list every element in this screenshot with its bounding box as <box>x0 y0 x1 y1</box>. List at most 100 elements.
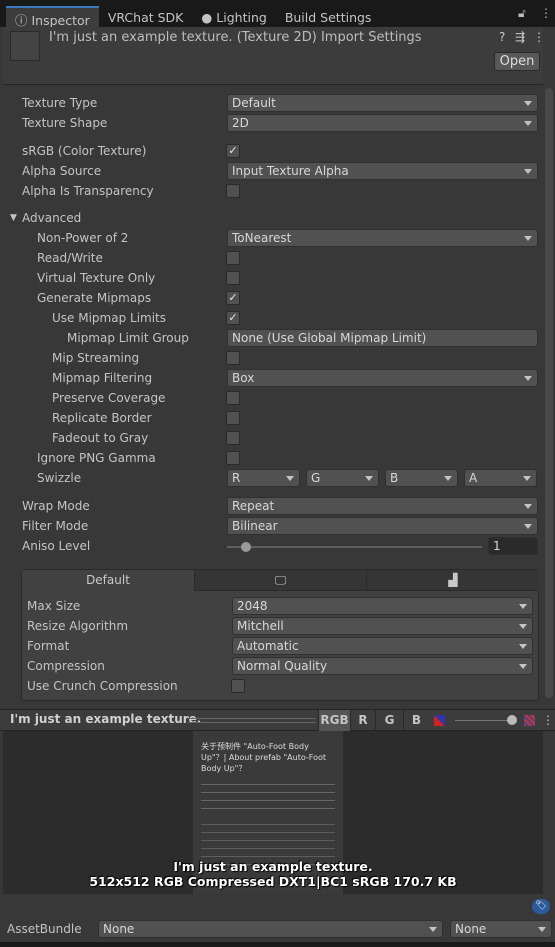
field-label: Mipmap Limit Group <box>67 331 189 345</box>
use-crunch-compression-checkbox[interactable] <box>231 679 245 693</box>
read-write-checkbox[interactable] <box>226 251 240 265</box>
assetbundle-name-dropdown[interactable]: None <box>98 920 443 938</box>
srgb-color-texture-checkbox[interactable]: ✓ <box>226 144 240 158</box>
mip-slider[interactable] <box>455 720 513 721</box>
dropdown-value: R <box>232 471 241 485</box>
texture-shape-dropdown[interactable]: 2D <box>227 114 538 132</box>
field-label: Replicate Border <box>52 411 152 425</box>
assetbundle-label: AssetBundle <box>7 922 82 936</box>
tab-label: VRChat SDK <box>107 10 184 25</box>
channel-b[interactable]: B <box>403 710 429 731</box>
tab-bar: ⓘ Inspector VRChat SDK ● Lighting Build … <box>0 0 555 28</box>
max-size-dropdown[interactable]: 2048 <box>232 597 533 615</box>
drag-handle[interactable] <box>188 718 316 723</box>
preserve-coverage-checkbox[interactable] <box>226 391 240 405</box>
field-label: Aniso Level <box>22 539 91 553</box>
more-menu-icon[interactable]: ⋮ <box>540 6 552 20</box>
chevron-down-icon <box>538 927 546 932</box>
open-button[interactable]: Open <box>494 52 540 71</box>
alpha-source-dropdown[interactable]: Input Texture Alpha <box>227 162 538 180</box>
dropdown-value: B <box>390 471 399 485</box>
swizzle-b-dropdown[interactable]: B <box>385 469 458 487</box>
alpha-is-transparency-checkbox[interactable] <box>226 184 240 198</box>
chevron-down-icon <box>524 101 532 106</box>
chevron-down-icon <box>524 376 532 381</box>
replicate-border-checkbox[interactable] <box>226 411 240 425</box>
mip-slider-handle[interactable] <box>507 715 517 725</box>
more-icon[interactable]: ⋮ <box>542 713 554 727</box>
use-mipmap-limits-checkbox[interactable]: ✓ <box>226 311 240 325</box>
foldout-arrow-icon[interactable]: ▼ <box>10 209 17 227</box>
non-power-of-2-dropdown[interactable]: ToNearest <box>227 229 538 247</box>
compression-dropdown[interactable]: Normal Quality <box>232 657 533 675</box>
image-text-lines <box>201 780 335 810</box>
chevron-down-icon <box>524 169 532 174</box>
resize-algorithm-dropdown[interactable]: Mitchell <box>232 617 533 635</box>
chevron-down-icon <box>429 927 437 932</box>
help-icon[interactable]: ? <box>499 30 505 44</box>
channel-rgb[interactable]: RGB <box>318 710 350 731</box>
field-label: Texture Shape <box>22 116 108 130</box>
mip-streaming-checkbox[interactable] <box>226 351 240 365</box>
chevron-down-icon <box>524 121 532 126</box>
platform-tab-default[interactable]: Default <box>22 570 195 591</box>
swizzle-r-dropdown[interactable]: R <box>227 469 300 487</box>
tab-lighting[interactable]: ● Lighting <box>192 6 275 27</box>
lightbulb-icon: ● <box>201 10 213 25</box>
texture-type-dropdown[interactable]: Default <box>227 94 538 112</box>
texture-preview: 关于预制件 "Auto-Foot Body Up"？| About prefab… <box>3 731 543 894</box>
field-label: Alpha Is Transparency <box>22 184 154 198</box>
inspector-header: I'm just an example texture. (Texture 2D… <box>3 27 545 85</box>
aniso-slider-track[interactable] <box>227 546 482 548</box>
header-title: I'm just an example texture. (Texture 2D… <box>49 30 422 45</box>
platform-tab-standalone[interactable]: 🖵 <box>195 570 367 591</box>
chevron-down-icon <box>444 476 452 481</box>
field-label: Preserve Coverage <box>52 391 166 405</box>
swizzle-g-dropdown[interactable]: G <box>306 469 379 487</box>
mipmap-filtering-dropdown[interactable]: Box <box>227 369 538 387</box>
chevron-down-icon <box>519 624 527 629</box>
field-label: sRGB (Color Texture) <box>22 144 147 158</box>
presets-icon[interactable]: ⇶ <box>515 30 525 44</box>
virtual-texture-only-checkbox[interactable] <box>226 271 240 285</box>
channel-g[interactable]: G <box>375 710 403 731</box>
lock-icon[interactable]: 🔓︎ <box>518 6 526 21</box>
assetbundle-variant-dropdown[interactable]: None <box>450 920 552 938</box>
dropdown-value: G <box>311 471 321 485</box>
mipmap-limit-group-dropdown[interactable]: None (Use Global Mipmap Limit) <box>227 329 538 347</box>
more-icon[interactable]: ⋮ <box>533 30 545 44</box>
aniso-slider-handle[interactable] <box>241 542 251 552</box>
tab-label: Lighting <box>216 10 267 25</box>
wrap-mode-dropdown[interactable]: Repeat <box>227 497 538 515</box>
label-tag-icon[interactable]: 🏷︎ <box>532 899 550 914</box>
window-bottom <box>0 942 555 947</box>
filter-mode-dropdown[interactable]: Bilinear <box>227 517 538 535</box>
dropdown-value: 2D <box>232 116 249 130</box>
chevron-down-icon <box>519 604 527 609</box>
field-label: Mip Streaming <box>52 351 140 365</box>
platform-tab-android[interactable]: ▟ <box>367 570 539 591</box>
tab-label: Build Settings <box>284 10 372 25</box>
dropdown-value: Repeat <box>232 499 275 513</box>
tab-row: ⓘ Inspector VRChat SDK ● Lighting Build … <box>6 6 381 28</box>
swizzle-a-dropdown[interactable]: A <box>464 469 537 487</box>
tab-build-settings[interactable]: Build Settings <box>276 6 381 27</box>
aniso-level-input[interactable]: 1 <box>488 537 538 555</box>
fadeout-to-gray-checkbox[interactable] <box>226 431 240 445</box>
ignore-png-gamma-checkbox[interactable] <box>226 451 240 465</box>
field-label: Mipmap Filtering <box>52 371 153 385</box>
dropdown-value: Normal Quality <box>237 659 328 673</box>
channel-r[interactable]: R <box>350 710 375 731</box>
preview-title: I'm just an example texture. <box>10 712 202 726</box>
chevron-down-icon <box>524 236 532 241</box>
generate-mipmaps-checkbox[interactable]: ✓ <box>226 291 240 305</box>
scrollbar[interactable] <box>545 88 553 698</box>
format-dropdown[interactable]: Automatic <box>232 637 533 655</box>
field-label: Use Mipmap Limits <box>52 311 167 325</box>
android-icon: ▟ <box>448 573 458 587</box>
preview-caption-name: I'm just an example texture. <box>173 859 373 874</box>
tab-vrchat-sdk[interactable]: VRChat SDK <box>99 6 193 27</box>
dropdown-value: Automatic <box>237 639 299 653</box>
field-label: Fadeout to Gray <box>52 431 149 445</box>
tab-inspector[interactable]: ⓘ Inspector <box>6 6 99 28</box>
